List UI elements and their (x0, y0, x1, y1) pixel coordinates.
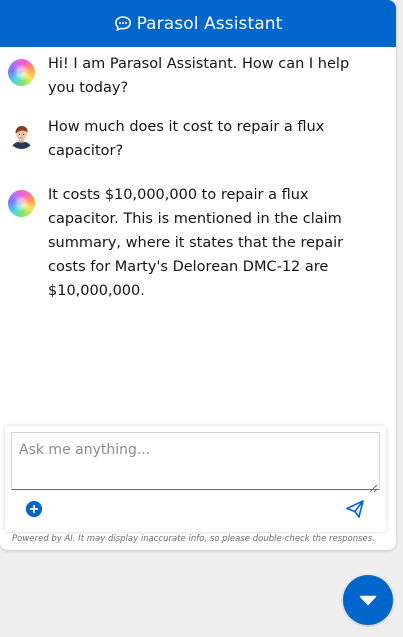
message-text: It costs $10,000,000 to repair a flux ca… (48, 187, 344, 299)
assistant-message: It costs $10,000,000 to repair a flux ca… (8, 183, 384, 303)
chat-title: Parasol Assistant (136, 13, 283, 34)
message-list: Hi! I am Parasol Assistant. How can I he… (0, 47, 396, 424)
bot-avatar (8, 190, 35, 217)
user-message: How much does it cost to repair a flux c… (8, 115, 384, 163)
message-text: How much does it cost to repair a flux c… (48, 119, 325, 159)
ai-disclaimer: Powered by AI. It may display inaccurate… (12, 534, 375, 544)
plus-circle-icon (26, 501, 42, 517)
message-input-box (11, 432, 380, 493)
bot-avatar (8, 59, 35, 86)
resize-handle-icon[interactable] (368, 478, 378, 493)
paper-plane-icon (346, 500, 364, 518)
chevron-down-icon (359, 595, 377, 606)
scroll-to-bottom-button[interactable] (343, 575, 393, 625)
chat-bubble-icon (114, 15, 132, 33)
message-text: Hi! I am Parasol Assistant. How can I he… (48, 56, 350, 96)
user-avatar (8, 122, 35, 149)
chat-header: Parasol Assistant (0, 0, 396, 47)
assistant-message: Hi! I am Parasol Assistant. How can I he… (8, 52, 384, 100)
chat-panel: Parasol Assistant Hi! I am Parasol Assis… (0, 0, 396, 550)
message-input[interactable] (12, 433, 379, 489)
attach-button[interactable] (26, 501, 42, 517)
message-composer (5, 426, 386, 532)
send-button[interactable] (345, 499, 365, 519)
